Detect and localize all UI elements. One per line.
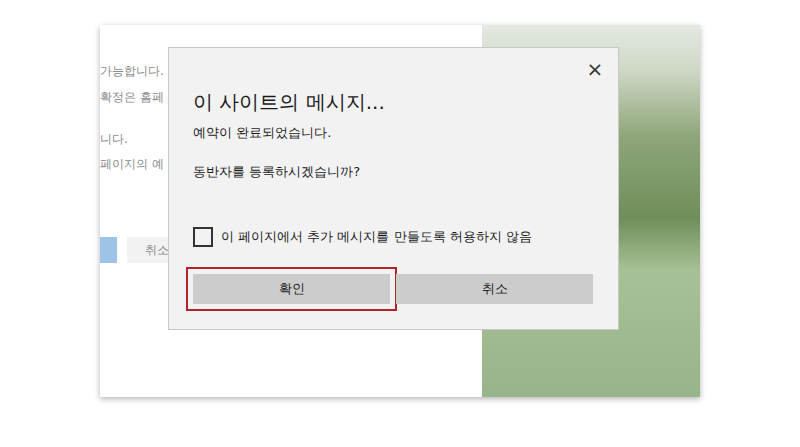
page-button[interactable]	[100, 237, 117, 263]
close-button[interactable]: ×	[583, 57, 607, 81]
dialog-title: 이 사이트의 메시지...	[193, 89, 593, 115]
checkbox[interactable]	[193, 227, 213, 247]
dialog-message: 예약이 완료되었습니다.	[193, 124, 593, 142]
dialog-buttons: 확인취소	[193, 274, 593, 304]
dialog-button[interactable]: 확인	[193, 274, 390, 304]
alert-dialog: × 이 사이트의 메시지... 예약이 완료되었습니다. 동반자를 등록하시겠습니까?…	[168, 47, 619, 330]
dialog-button[interactable]: 취소	[396, 274, 593, 304]
checkbox-label: 이 페이지에서 추가 메시지를 만들도록 허용하지 않음	[221, 228, 532, 246]
suppress-checkbox-row[interactable]: 이 페이지에서 추가 메시지를 만들도록 허용하지 않음	[193, 227, 593, 247]
screen: 가능합니다.확정은 홈페니다.페이지의 예취소×이 사이트의 메시지...예약이…	[0, 0, 800, 447]
dialog-header: ×	[193, 48, 607, 81]
dialog-message: 동반자를 등록하시겠습니까?	[193, 163, 593, 181]
